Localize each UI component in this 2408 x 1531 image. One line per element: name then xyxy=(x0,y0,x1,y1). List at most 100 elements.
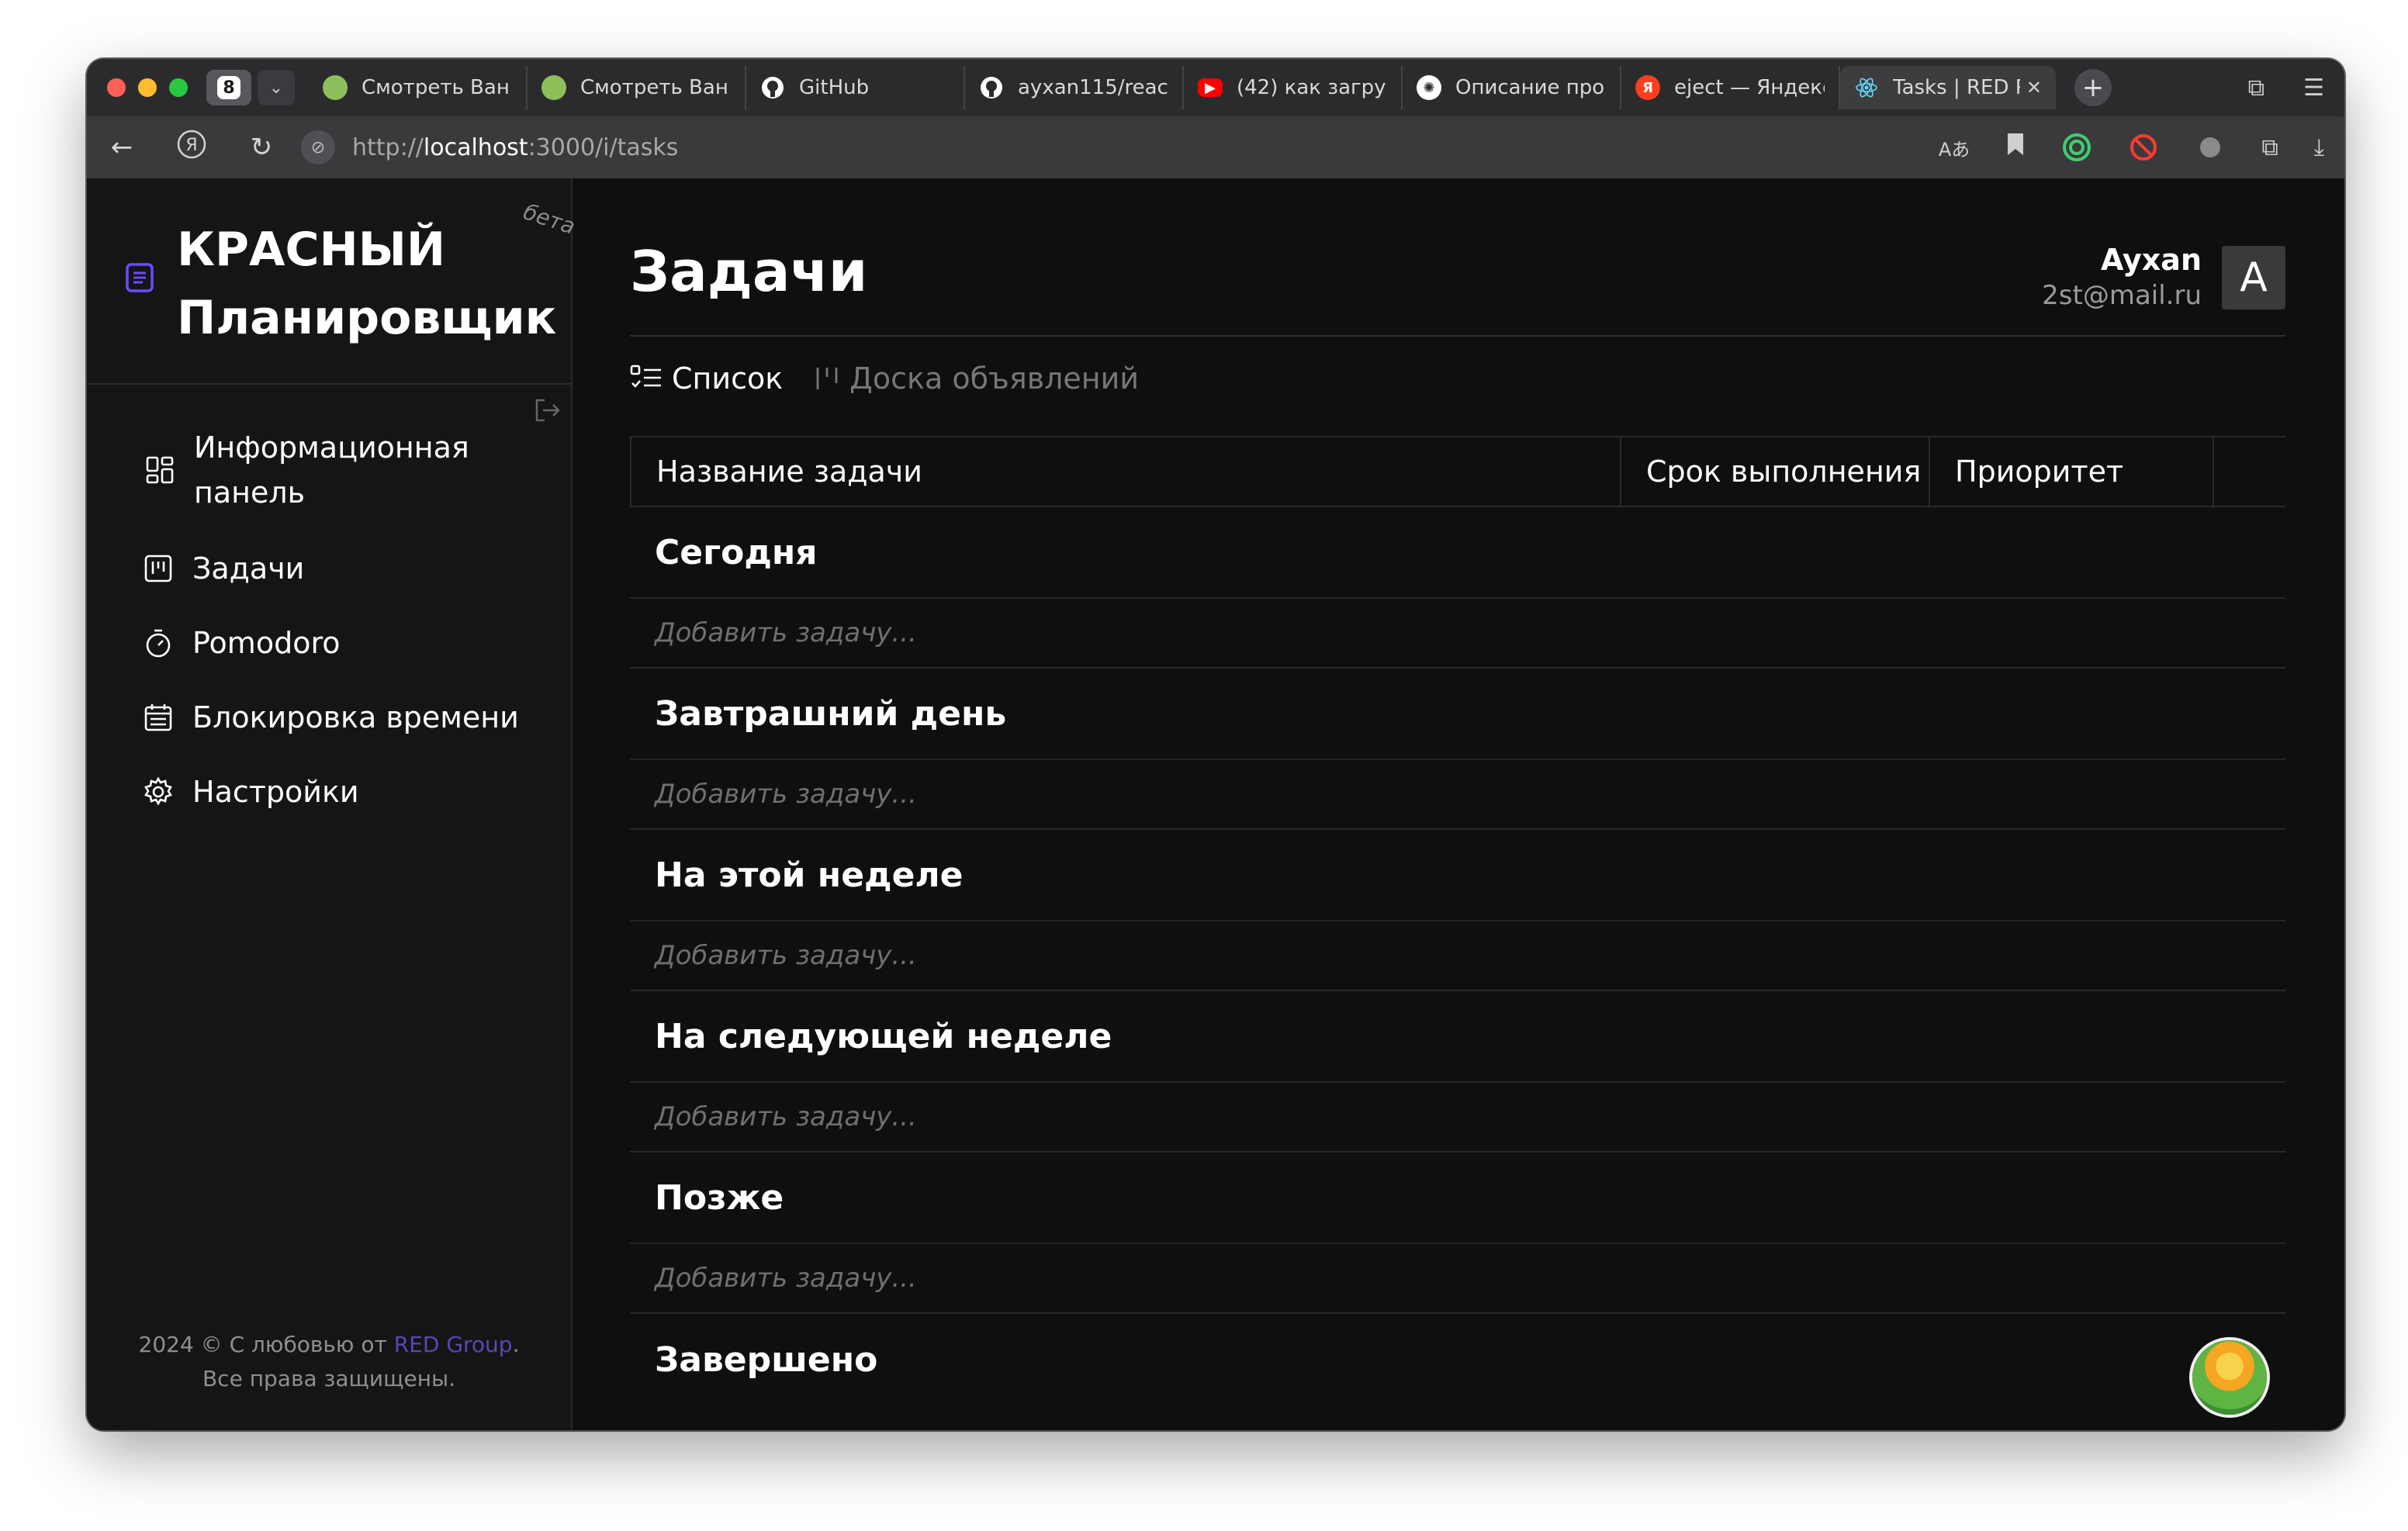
dashboard-icon xyxy=(143,453,177,487)
browser-tab-bar: 8 ⌄ Смотреть Ван Смотреть Ван GitHub ayx… xyxy=(87,59,2344,116)
yandex-icon: Я xyxy=(1635,75,1660,100)
bookmark-icon[interactable] xyxy=(2005,132,2026,163)
group-later: Позже xyxy=(630,1153,2285,1244)
assistant-bubble-icon[interactable] xyxy=(2192,1340,2267,1415)
divider xyxy=(630,335,2285,337)
table-header: Название задачи Срок выполнения Приорите… xyxy=(630,436,2285,507)
sidebar-item-dashboard[interactable]: Информационная панель xyxy=(143,425,545,515)
extension-leaf-icon[interactable] xyxy=(2195,132,2226,163)
extensions-icon[interactable]: ⧉ xyxy=(2261,134,2278,161)
browser-tab[interactable]: GitHub xyxy=(746,66,965,109)
kanban-icon xyxy=(141,551,175,586)
tab-title: Tasks | RED P xyxy=(1893,76,2020,99)
reload-icon[interactable]: ↻ xyxy=(227,132,296,163)
sidebar-item-label: Информационная панель xyxy=(194,425,469,515)
sidebar-item-label: Блокировка времени xyxy=(192,700,519,734)
github-icon xyxy=(979,75,1004,100)
sidebar-item-label-line2: панель xyxy=(194,475,306,510)
url-path: :3000/i/tasks xyxy=(528,133,679,161)
footer-text: 2024 © С любовью от xyxy=(138,1332,394,1357)
film-icon xyxy=(323,75,348,100)
board-icon xyxy=(816,368,838,389)
close-window-button[interactable] xyxy=(107,78,126,97)
hamburger-menu-icon[interactable]: ☰ xyxy=(2303,74,2324,102)
tab-title: Смотреть Ван xyxy=(362,76,510,99)
tab-list-icon[interactable]: ⧉ xyxy=(2248,74,2264,102)
group-tomorrow: Завтрашний день xyxy=(630,669,2285,760)
yandex-logo-icon[interactable]: Я xyxy=(157,129,227,167)
extension-target-icon[interactable] xyxy=(2061,132,2092,163)
add-task-input[interactable]: Добавить задачу... xyxy=(630,1244,2285,1314)
tab-count-button[interactable]: 8 xyxy=(206,70,251,105)
adblock-icon[interactable] xyxy=(2128,132,2159,163)
group-next-week: На следующей неделе xyxy=(630,991,2285,1083)
tab-title: Описание про xyxy=(1455,76,1605,99)
browser-tab[interactable]: Я eject — Яндекс xyxy=(1621,66,1840,109)
site-info-icon[interactable]: ⊘ xyxy=(301,130,335,164)
browser-tab[interactable]: ✺ Описание про xyxy=(1403,66,1621,109)
user-profile[interactable]: Ayxan 2st@mail.ru A xyxy=(2042,242,2285,313)
user-email: 2st@mail.ru xyxy=(2042,280,2202,311)
browser-tab[interactable]: ayxan115/react xyxy=(965,66,1184,109)
sidebar-item-settings[interactable]: Настройки xyxy=(141,769,545,814)
minimize-window-button[interactable] xyxy=(138,78,157,97)
footer-link[interactable]: RED Group xyxy=(394,1332,513,1357)
tab-title: eject — Яндекс xyxy=(1674,76,1825,99)
main-content: Задачи Ayxan 2st@mail.ru A Список Доска … xyxy=(630,178,2285,1430)
browser-tab-active[interactable]: Tasks | RED P ✕ xyxy=(1840,66,2056,109)
sidebar-item-tasks[interactable]: Задачи xyxy=(141,546,545,591)
sidebar-item-pomodoro[interactable]: Pomodoro xyxy=(141,620,545,665)
browser-tab[interactable]: Смотреть Ван xyxy=(309,66,528,109)
view-label: Список xyxy=(672,361,784,396)
view-switcher: Список Доска объявлений xyxy=(630,361,1139,396)
address-field[interactable]: ⊘ http://localhost:3000/i/tasks xyxy=(301,130,678,164)
add-task-input[interactable]: Добавить задачу... xyxy=(630,921,2285,991)
sidebar-item-label: Pomodoro xyxy=(192,626,341,660)
browser-tabs: Смотреть Ван Смотреть Ван GitHub ayxan11… xyxy=(309,59,2056,116)
browser-tab[interactable]: Смотреть Ван xyxy=(528,66,746,109)
svg-text:Я: Я xyxy=(185,136,197,155)
logout-icon[interactable] xyxy=(532,396,562,425)
tab-list-view[interactable]: Список xyxy=(630,361,783,396)
tab-title: Смотреть Ван xyxy=(580,76,728,99)
timer-icon xyxy=(141,626,175,660)
chevron-down-icon[interactable]: ⌄ xyxy=(258,70,295,105)
list-icon xyxy=(630,365,661,388)
column-header-title: Название задачи xyxy=(630,437,1620,506)
translate-icon[interactable]: Aあ xyxy=(1939,134,1970,161)
page-title: Задачи xyxy=(630,239,868,304)
avatar[interactable]: A xyxy=(2222,246,2285,309)
sidebar-item-label: Задачи xyxy=(192,551,305,586)
column-header-actions xyxy=(2213,437,2285,506)
film-icon xyxy=(541,75,566,100)
tab-count: 8 xyxy=(217,76,240,99)
user-info: Ayxan 2st@mail.ru xyxy=(2042,242,2202,313)
sidebar-item-time-blocking[interactable]: Блокировка времени xyxy=(141,695,545,740)
column-header-due-date: Срок выполнения xyxy=(1620,437,1929,506)
sidebar-item-label: Настройки xyxy=(192,775,359,809)
brand: КРАСНЫЙ Планировщик бета xyxy=(87,178,578,385)
new-tab-button[interactable]: + xyxy=(2074,69,2112,106)
browser-tab[interactable]: ▶ (42) как загру xyxy=(1184,66,1403,109)
close-tab-icon[interactable]: ✕ xyxy=(2020,77,2042,98)
github-icon xyxy=(760,75,785,100)
notebook-icon xyxy=(126,263,154,292)
back-arrow-icon[interactable]: ← xyxy=(87,132,157,163)
download-icon[interactable]: ⤓ xyxy=(2314,134,2324,161)
maximize-window-button[interactable] xyxy=(169,78,188,97)
react-icon xyxy=(1854,75,1879,100)
column-header-priority: Приоритет xyxy=(1929,437,2213,506)
add-task-input[interactable]: Добавить задачу... xyxy=(630,599,2285,669)
tab-board-view[interactable]: Доска объявлений xyxy=(814,361,1139,396)
footer-line2: Все права защищены. xyxy=(202,1366,456,1391)
sidebar-footer: 2024 © С любовью от RED Group. Все права… xyxy=(87,1328,571,1396)
add-task-input[interactable]: Добавить задачу... xyxy=(630,760,2285,830)
window-tools: ⧉ ☰ xyxy=(2248,59,2324,116)
tab-title: ayxan115/react xyxy=(1018,76,1168,99)
browser-window: 8 ⌄ Смотреть Ван Смотреть Ван GitHub ayx… xyxy=(87,59,2344,1430)
group-completed: Завершено xyxy=(655,1339,878,1380)
add-task-input[interactable]: Добавить задачу... xyxy=(630,1083,2285,1153)
tab-title: GitHub xyxy=(799,76,870,99)
tab-title: (42) как загру xyxy=(1237,76,1386,99)
brand-title-line2: Планировщик xyxy=(177,291,557,345)
